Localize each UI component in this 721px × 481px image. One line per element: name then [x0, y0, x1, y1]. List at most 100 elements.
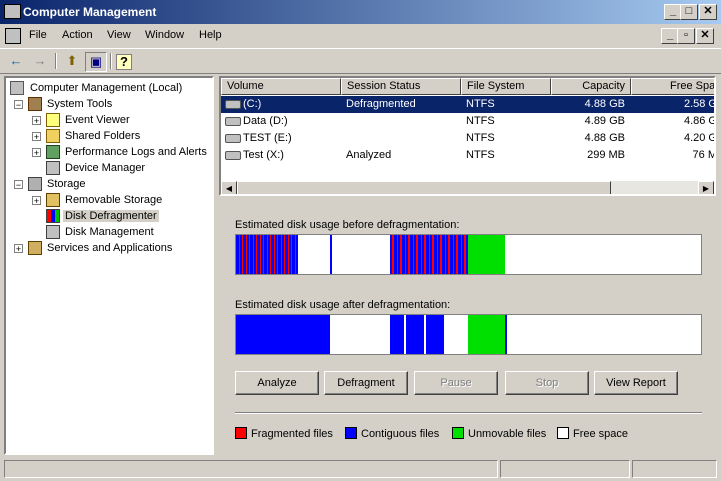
status-bar — [0, 458, 721, 481]
scroll-left-icon[interactable]: ◀ — [221, 181, 237, 194]
shared-folder-icon — [46, 129, 60, 143]
table-row[interactable]: Test (X:) Analyzed NTFS 299 MB 76 M — [221, 147, 714, 164]
collapse-icon[interactable]: − — [14, 100, 23, 110]
tree-device-manager-label: Device Manager — [65, 162, 146, 174]
inner-restore-button[interactable]: ▫ — [677, 28, 695, 44]
divider — [235, 412, 702, 414]
tree-perf-logs[interactable]: + Performance Logs and Alerts — [32, 144, 207, 160]
toolbar-separator — [55, 53, 57, 69]
contiguous-region — [505, 315, 507, 354]
volume-name: TEST (E:) — [243, 132, 292, 144]
menu-bar: File Action View Window Help _ ▫ ✕ — [0, 25, 721, 47]
legend-contiguous: Contiguous files — [345, 427, 439, 440]
column-free-space[interactable]: Free Spa — [631, 78, 714, 95]
device-manager-icon — [46, 161, 60, 175]
tree-storage-label: Storage — [47, 178, 86, 190]
tree-disk-defragmenter-label: Disk Defragmenter — [63, 210, 159, 222]
capacity: 4.88 GB — [584, 132, 625, 144]
app-icon — [4, 4, 21, 19]
tree-disk-management[interactable]: Disk Management — [32, 224, 154, 240]
before-usage-label: Estimated disk usage before defragmentat… — [235, 219, 460, 231]
free-space: 4.86 G — [683, 115, 716, 127]
mmc-icon — [5, 28, 21, 44]
tree-disk-defragmenter[interactable]: Disk Defragmenter — [32, 208, 159, 224]
services-icon — [28, 241, 42, 255]
tree-storage[interactable]: − Storage — [14, 176, 86, 192]
menu-action[interactable]: Action — [62, 29, 93, 41]
menu-file[interactable]: File — [29, 29, 47, 41]
file-system: NTFS — [466, 115, 495, 127]
legend-label: Free space — [573, 428, 629, 440]
removable-storage-icon — [46, 193, 60, 207]
tree-removable-storage[interactable]: + Removable Storage — [32, 192, 162, 208]
session-status: Defragmented — [346, 98, 416, 110]
table-row[interactable]: TEST (E:) NTFS 4.88 GB 4.20 G — [221, 130, 714, 147]
back-arrow-icon[interactable]: ← — [6, 52, 26, 70]
after-usage-label: Estimated disk usage after defragmentati… — [235, 299, 451, 311]
column-volume[interactable]: Volume — [221, 78, 341, 95]
menu-window[interactable]: Window — [145, 29, 184, 41]
expand-icon[interactable]: + — [32, 196, 41, 206]
free-space: 4.20 G — [683, 132, 716, 144]
scroll-right-icon[interactable]: ▶ — [698, 181, 714, 194]
table-row[interactable]: (C:) Defragmented NTFS 4.88 GB 2.58 G — [221, 96, 714, 113]
fragmented-region — [236, 235, 298, 274]
tree-shared-folders-label: Shared Folders — [65, 130, 141, 142]
analyze-button[interactable]: Analyze — [235, 371, 319, 395]
fragmented-swatch — [235, 427, 247, 439]
column-session-status[interactable]: Session Status — [341, 78, 461, 95]
defragmenter-icon — [46, 209, 60, 223]
tree-perf-logs-label: Performance Logs and Alerts — [65, 146, 207, 158]
capacity: 4.89 GB — [584, 115, 625, 127]
horizontal-scrollbar[interactable]: ◀ ▶ — [221, 181, 714, 194]
help-icon[interactable]: ? — [116, 54, 132, 70]
tree-removable-storage-label: Removable Storage — [65, 194, 163, 206]
tree-root[interactable]: Computer Management (Local) — [10, 80, 182, 96]
tree-root-label: Computer Management (Local) — [30, 82, 183, 94]
menu-view[interactable]: View — [107, 29, 131, 41]
column-capacity[interactable]: Capacity — [551, 78, 631, 95]
view-report-button[interactable]: View Report — [594, 371, 678, 395]
capacity: 299 MB — [587, 149, 625, 161]
menu-help[interactable]: Help — [199, 29, 222, 41]
session-status: Analyzed — [346, 149, 392, 161]
tree-services-apps[interactable]: + Services and Applications — [14, 240, 172, 256]
close-button[interactable]: ✕ — [699, 4, 717, 20]
file-system: NTFS — [466, 98, 495, 110]
up-folder-icon[interactable]: ⬆ — [62, 52, 82, 70]
toolbox-icon — [28, 97, 42, 111]
show-hide-tree-icon[interactable]: ▣ — [85, 52, 107, 72]
inner-close-button[interactable]: ✕ — [696, 28, 714, 44]
table-row[interactable]: Data (D:) NTFS 4.89 GB 4.86 G — [221, 113, 714, 130]
before-usage-bar — [235, 234, 702, 275]
tree-shared-folders[interactable]: + Shared Folders — [32, 128, 140, 144]
column-file-system[interactable]: File System — [461, 78, 551, 95]
file-system: NTFS — [466, 149, 495, 161]
pause-button[interactable]: Pause — [414, 371, 498, 395]
legend-fragmented: Fragmented files — [235, 427, 333, 440]
forward-arrow-icon[interactable]: → — [30, 52, 50, 70]
free-swatch — [557, 427, 569, 439]
expand-icon[interactable]: + — [32, 148, 41, 158]
tree-event-viewer[interactable]: + Event Viewer — [32, 112, 130, 128]
unmovable-region — [468, 235, 505, 274]
expand-icon[interactable]: + — [32, 132, 41, 142]
expand-icon[interactable]: + — [14, 244, 23, 254]
drive-icon — [225, 116, 241, 126]
tree-system-tools[interactable]: − System Tools — [14, 96, 112, 112]
defragment-button[interactable]: Defragment — [324, 371, 408, 395]
volume-name: (C:) — [243, 98, 262, 110]
volume-name: Test (X:) — [243, 149, 284, 161]
after-usage-bar — [235, 314, 702, 355]
free-space: 2.58 G — [683, 98, 716, 110]
status-panel-main — [4, 460, 498, 478]
file-system: NTFS — [466, 132, 495, 144]
tree-device-manager[interactable]: Device Manager — [32, 160, 145, 176]
volume-name: Data (D:) — [243, 115, 288, 127]
expand-icon[interactable]: + — [32, 116, 41, 126]
scrollbar-thumb[interactable] — [237, 181, 611, 194]
collapse-icon[interactable]: − — [14, 180, 23, 190]
drive-icon — [225, 99, 241, 109]
stop-button[interactable]: Stop — [505, 371, 589, 395]
maximize-button[interactable]: □ — [680, 4, 698, 20]
